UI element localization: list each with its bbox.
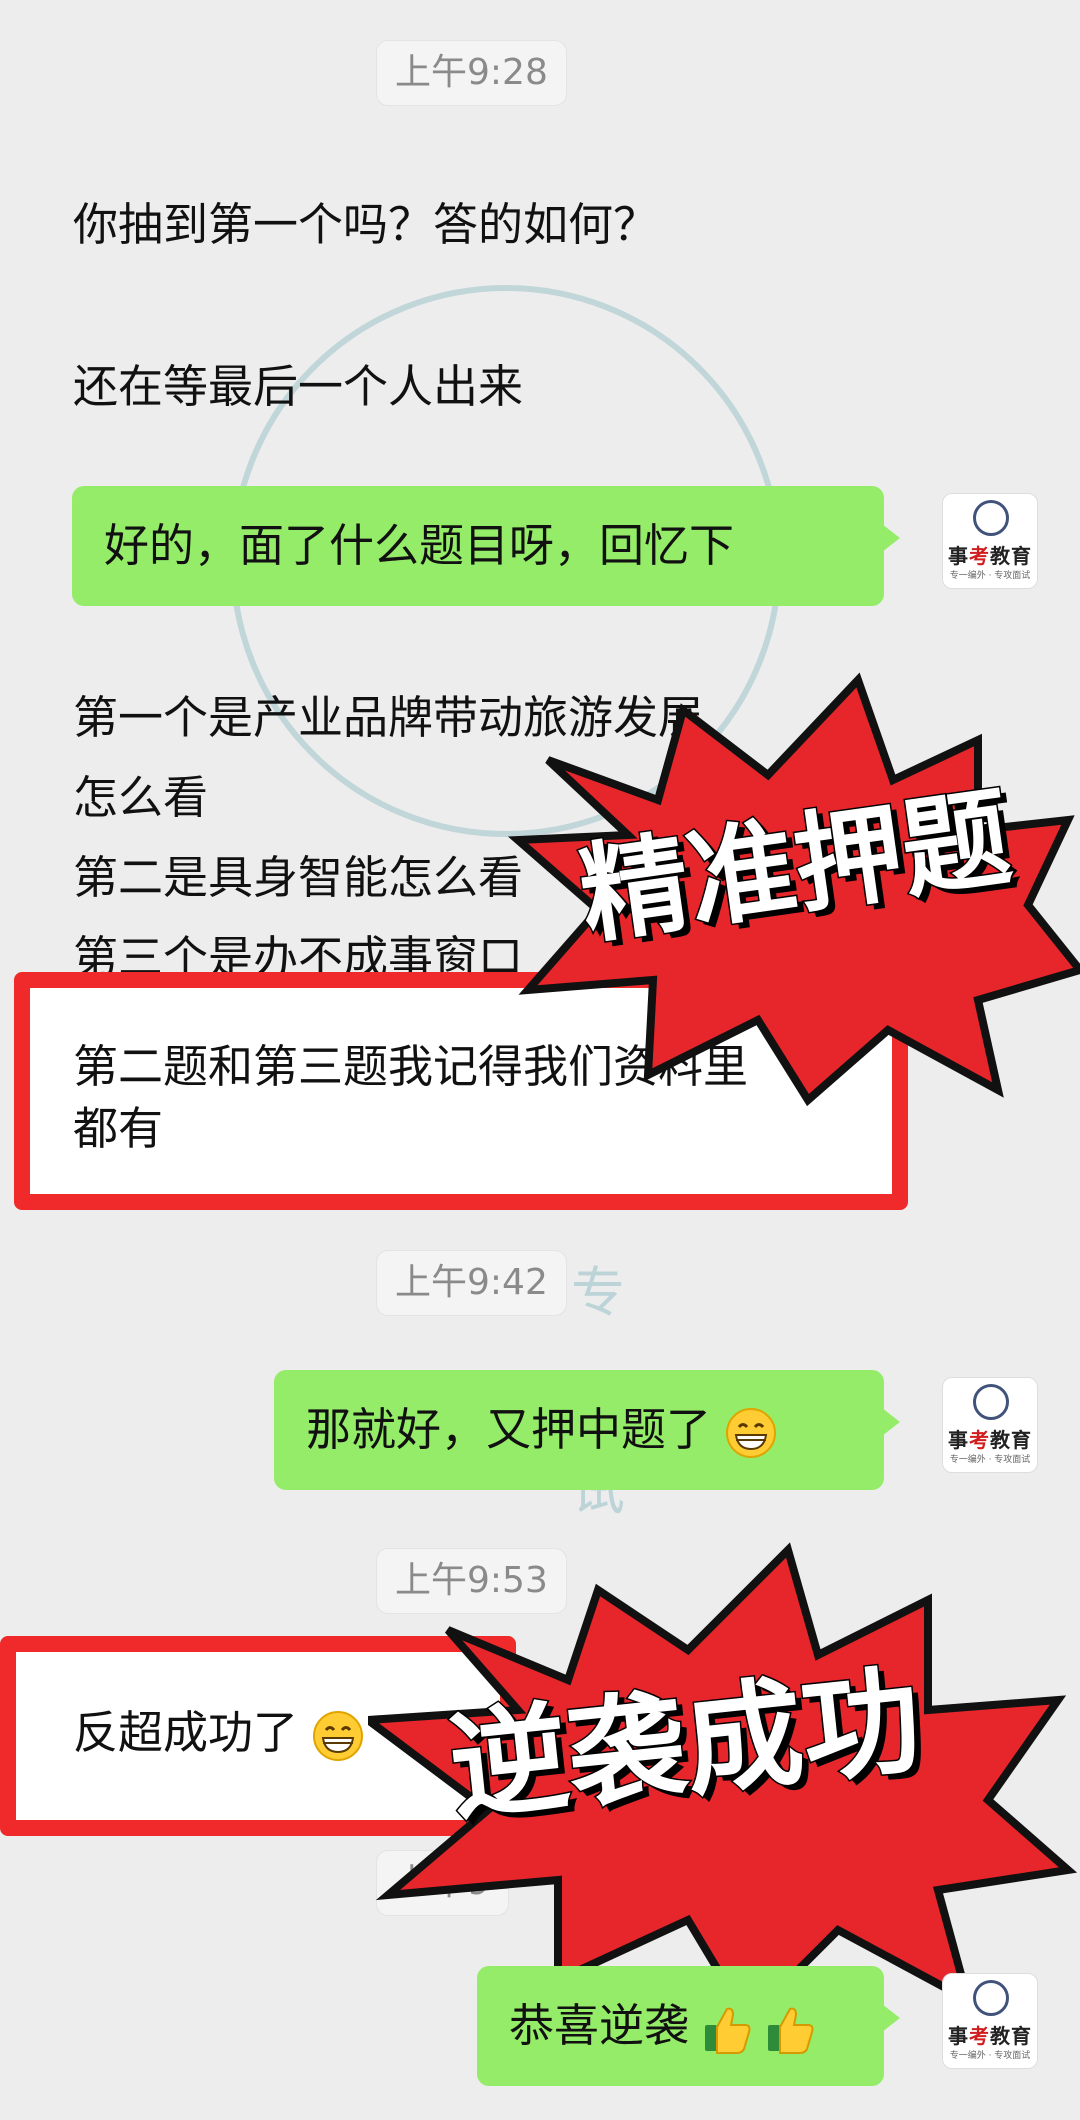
incoming-message[interactable]: 你抽到第一个吗？答的如何？	[73, 196, 658, 254]
avatar-tagline: 专一编外 · 专攻面试	[949, 571, 1031, 581]
thumbs-up-emoji-icon	[705, 2007, 751, 2054]
incoming-message[interactable]: 还在等最后一个人出来	[73, 358, 523, 416]
avatar-brand: 事考教育	[948, 2024, 1032, 2048]
avatar-seal-icon	[973, 1384, 1009, 1420]
avatar-brand: 事考教育	[948, 1428, 1032, 1452]
outgoing-message-bubble[interactable]: 那就好，又押中题了	[274, 1370, 900, 1490]
outgoing-message-bubble[interactable]: 恭喜逆袭	[477, 1966, 900, 2086]
grinning-emoji-icon	[313, 1711, 364, 1761]
timestamp: 上午9:42	[376, 1250, 567, 1316]
avatar-seal-icon	[973, 1980, 1009, 2016]
incoming-message[interactable]: 反超成功了	[73, 1702, 364, 1764]
avatar[interactable]: 事考教育 专一编外 · 专攻面试	[942, 493, 1038, 589]
outgoing-message-bubble[interactable]: 好的，面了什么题目呀，回忆下	[72, 486, 900, 606]
bubble-tail	[882, 1408, 900, 1436]
timestamp: 上午9:28	[376, 40, 567, 106]
bubble-tail	[882, 524, 900, 552]
avatar-tagline: 专一编外 · 专攻面试	[949, 2051, 1031, 2061]
bubble-tail	[882, 2004, 900, 2032]
avatar-seal-icon	[973, 500, 1009, 536]
thumbs-up-emoji-icon	[767, 2007, 814, 2054]
message-text: 反超成功了	[73, 1706, 299, 1759]
watermark-char: 专	[571, 1261, 625, 1324]
avatar-tagline: 专一编外 · 专攻面试	[949, 1455, 1031, 1465]
avatar-brand: 事考教育	[948, 544, 1032, 568]
message-text: 恭喜逆袭	[509, 1999, 690, 2052]
grinning-emoji-icon	[726, 1408, 777, 1458]
avatar[interactable]: 事考教育 专一编外 · 专攻面试	[942, 1377, 1038, 1473]
avatar[interactable]: 事考教育 专一编外 · 专攻面试	[942, 1973, 1038, 2069]
message-text: 好的，面了什么题目呀，回忆下	[104, 519, 735, 572]
message-text: 那就好，又押中题了	[306, 1403, 712, 1456]
